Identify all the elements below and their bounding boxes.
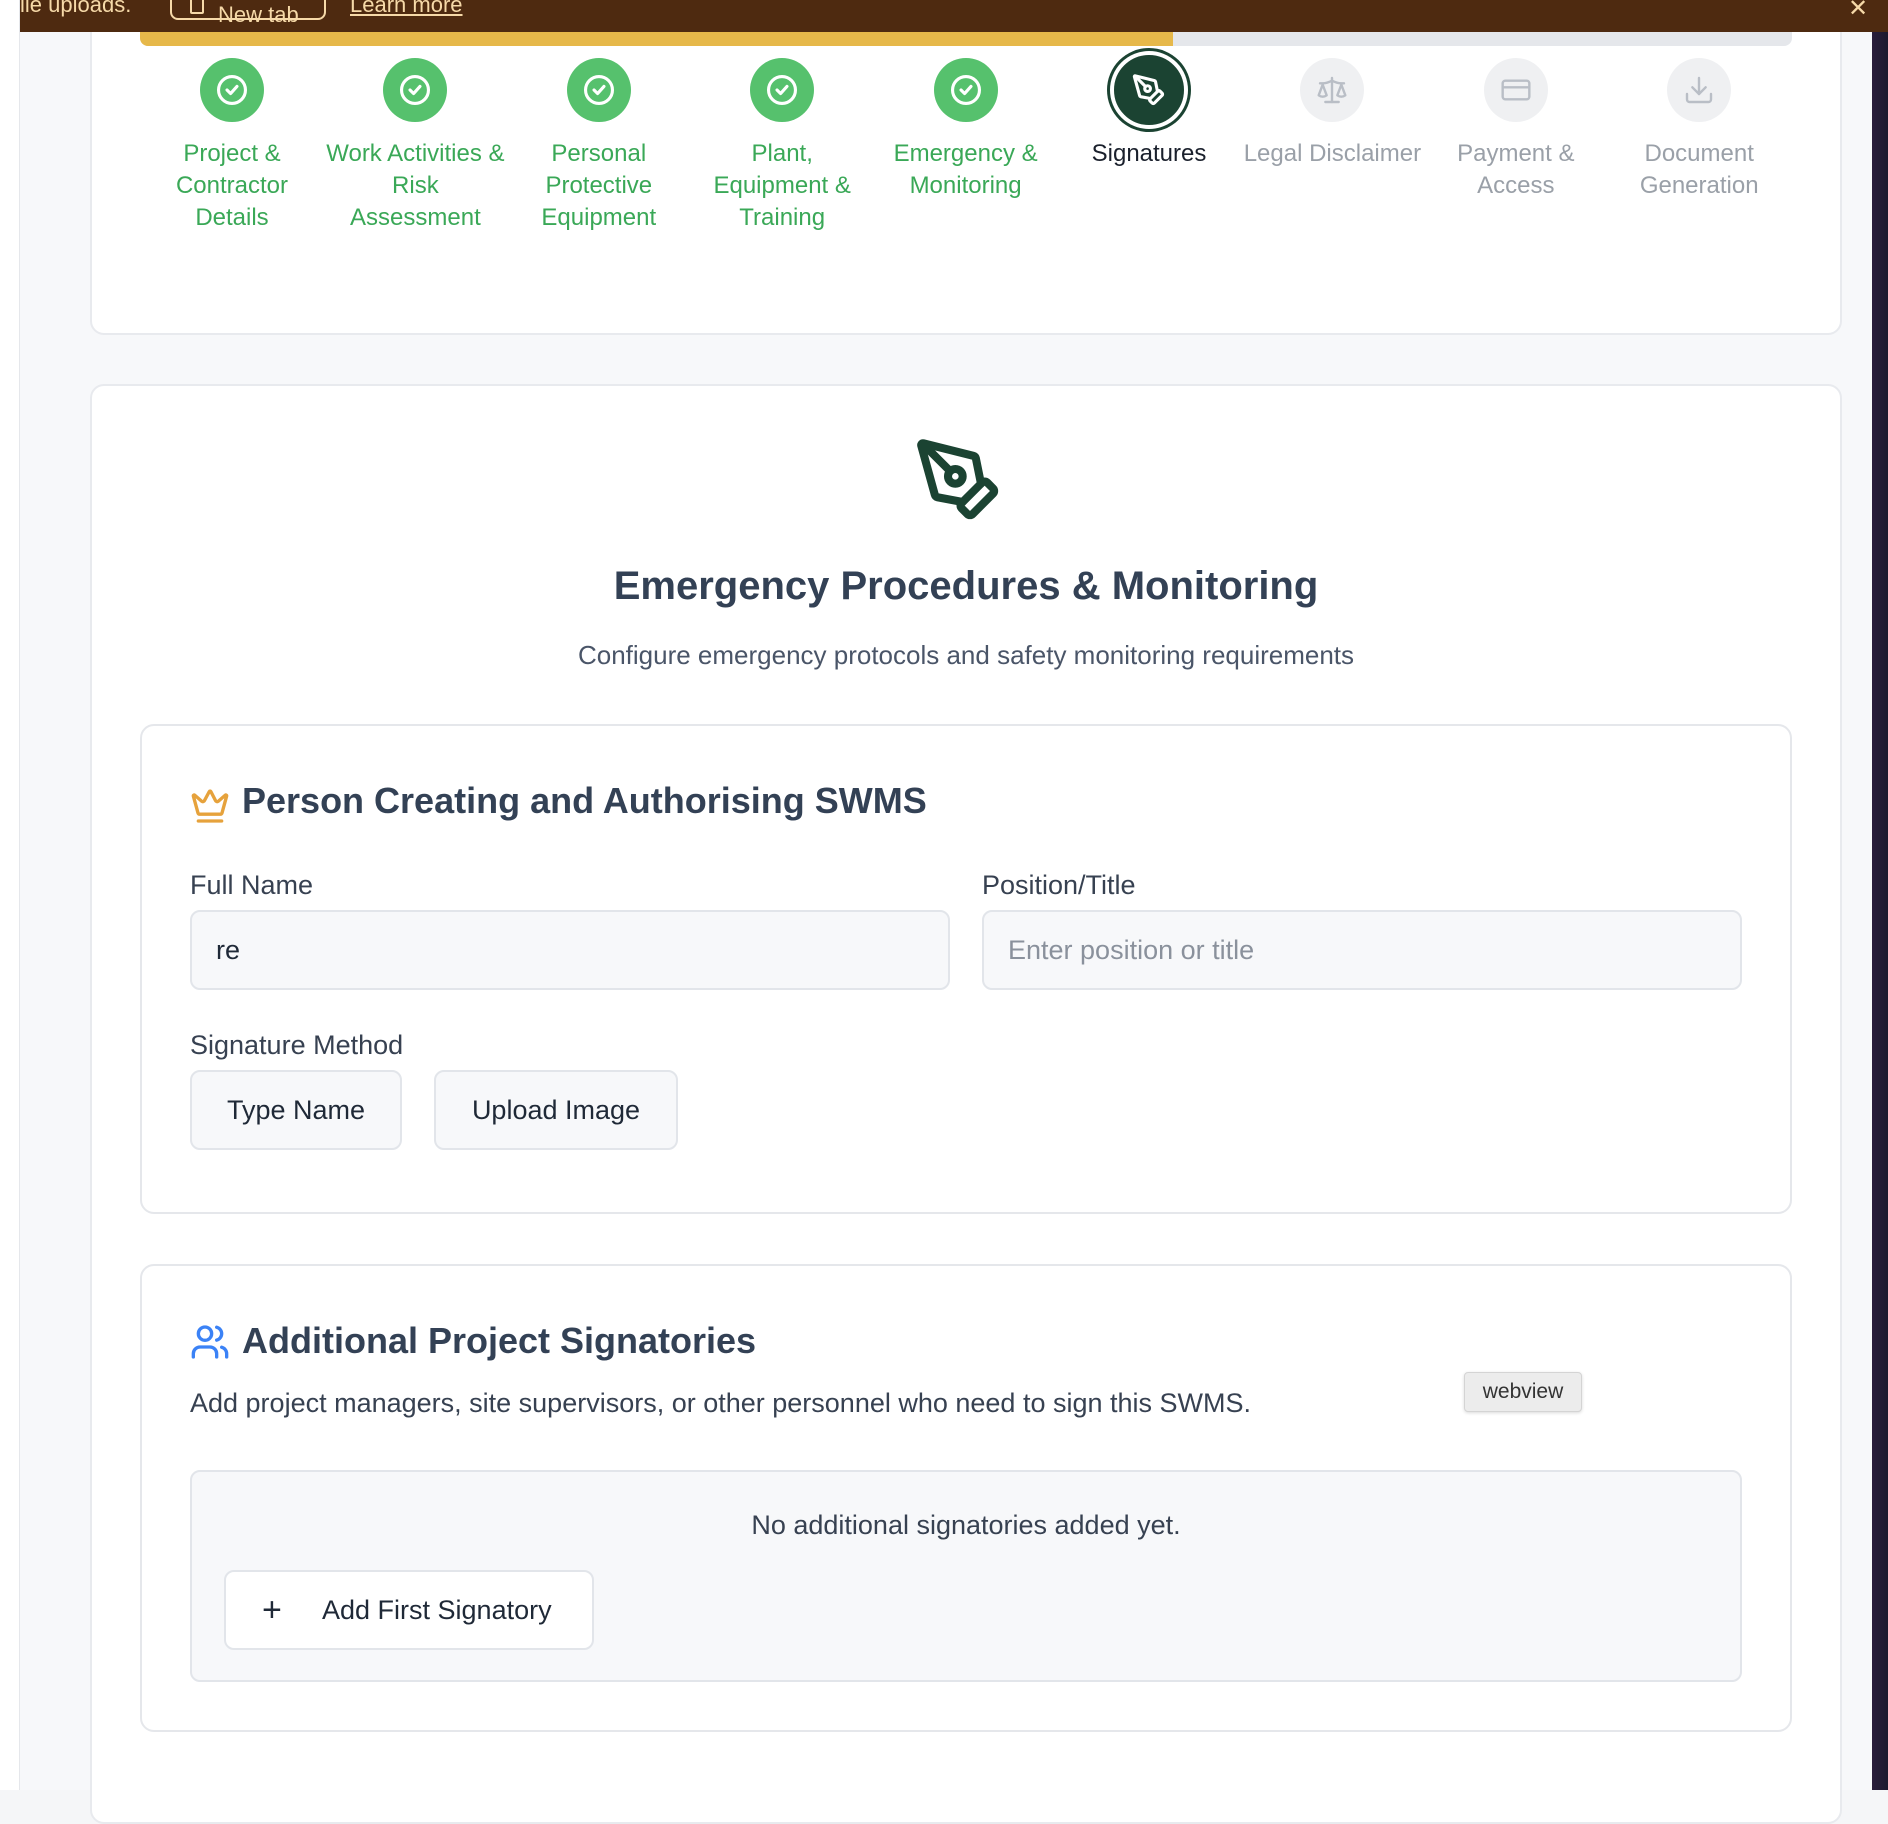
window-right-edge: [1872, 0, 1888, 1790]
progress-bar: [140, 32, 1792, 46]
step-3[interactable]: Personal Protective Equipment: [509, 58, 689, 234]
step-label: Project & Contractor Details: [175, 140, 289, 231]
download-icon: [1667, 58, 1732, 122]
users-icon: [191, 1325, 229, 1359]
signatories-section: Additional Project Signatories Add proje…: [140, 1264, 1792, 1732]
add-first-signatory-label: Add First Signatory: [322, 1595, 552, 1625]
position-label: Position/Title: [982, 870, 1136, 900]
signatories-section-title: Additional Project Signatories: [242, 1320, 757, 1361]
step-label: Signatures: [1091, 140, 1207, 167]
scale-icon: [1300, 58, 1365, 122]
progress-bar-fill: [140, 32, 1173, 46]
step-label: Emergency & Monitoring: [893, 140, 1038, 199]
crown-icon: [191, 789, 229, 823]
step-9[interactable]: Document Generation: [1609, 58, 1789, 202]
main-card: Emergency Procedures & Monitoring Config…: [90, 384, 1842, 1824]
step-5[interactable]: Emergency & Monitoring: [876, 58, 1056, 202]
position-input[interactable]: Enter position or title: [982, 910, 1742, 990]
step-6[interactable]: Signatures: [1059, 51, 1239, 170]
check-circle-icon: [200, 58, 264, 122]
step-8[interactable]: Payment & Access: [1426, 58, 1606, 202]
pen-tool-icon: [1110, 51, 1188, 129]
step-1[interactable]: Project & Contractor Details: [142, 58, 322, 234]
full-name-input[interactable]: re: [190, 910, 950, 990]
signature-method-label: Signature Method: [190, 1030, 404, 1060]
step-7[interactable]: Legal Disclaimer: [1242, 58, 1422, 170]
full-name-label: Full Name: [190, 870, 314, 900]
type-name-button[interactable]: Type Name: [190, 1070, 402, 1150]
step-label: Legal Disclaimer: [1243, 140, 1422, 167]
new-tab-button[interactable]: New tab: [170, 0, 326, 27]
check-circle-icon: [566, 58, 631, 122]
upload-image-button[interactable]: Upload Image: [434, 1070, 678, 1150]
signatories-empty-state: No additional signatories added yet. + A…: [190, 1470, 1742, 1682]
check-circle-icon: [383, 58, 448, 122]
learn-more-link[interactable]: Learn more: [350, 0, 463, 18]
banner-message: ile uploads.: [20, 0, 132, 17]
empty-state-text: No additional signatories added yet.: [751, 1510, 1181, 1540]
step-label: Document Generation: [1639, 140, 1759, 199]
new-tab-label: New tab: [218, 2, 299, 27]
step-label: Payment & Access: [1457, 140, 1575, 199]
step-label: Plant, Equipment & Training: [713, 140, 851, 231]
signatories-description: Add project managers, site supervisors, …: [190, 1388, 1252, 1418]
credit-card-icon: [1483, 58, 1548, 122]
page-subtitle: Configure emergency protocols and safety…: [577, 640, 1355, 670]
step-4[interactable]: Plant, Equipment & Training: [692, 58, 872, 234]
webview-tooltip: webview: [1464, 1372, 1582, 1412]
download-banner: ile uploads. New tab Learn more ✕: [20, 0, 1888, 32]
step-2[interactable]: Work Activities & Risk Assessment: [325, 58, 505, 234]
pen-tool-icon: [917, 439, 999, 520]
step-label: Personal Protective Equipment: [541, 140, 657, 231]
window-left-edge: [0, 0, 20, 1790]
check-circle-icon: [750, 58, 815, 122]
stepper-card: Project & Contractor Details Work Activit…: [90, 0, 1842, 335]
creator-section-title: Person Creating and Authorising SWMS: [242, 780, 927, 821]
document-icon: [190, 0, 204, 14]
creator-section: Person Creating and Authorising SWMS Ful…: [140, 724, 1792, 1214]
check-circle-icon: [933, 58, 998, 122]
page-title: Emergency Procedures & Monitoring: [613, 564, 1319, 608]
plus-icon: +: [262, 1591, 282, 1629]
page-viewport: Project & Contractor Details Work Activit…: [20, 0, 1888, 1824]
close-icon[interactable]: ✕: [1848, 0, 1868, 23]
step-label: Work Activities & Risk Assessment: [326, 140, 505, 231]
add-first-signatory-button[interactable]: + Add First Signatory: [224, 1570, 594, 1650]
